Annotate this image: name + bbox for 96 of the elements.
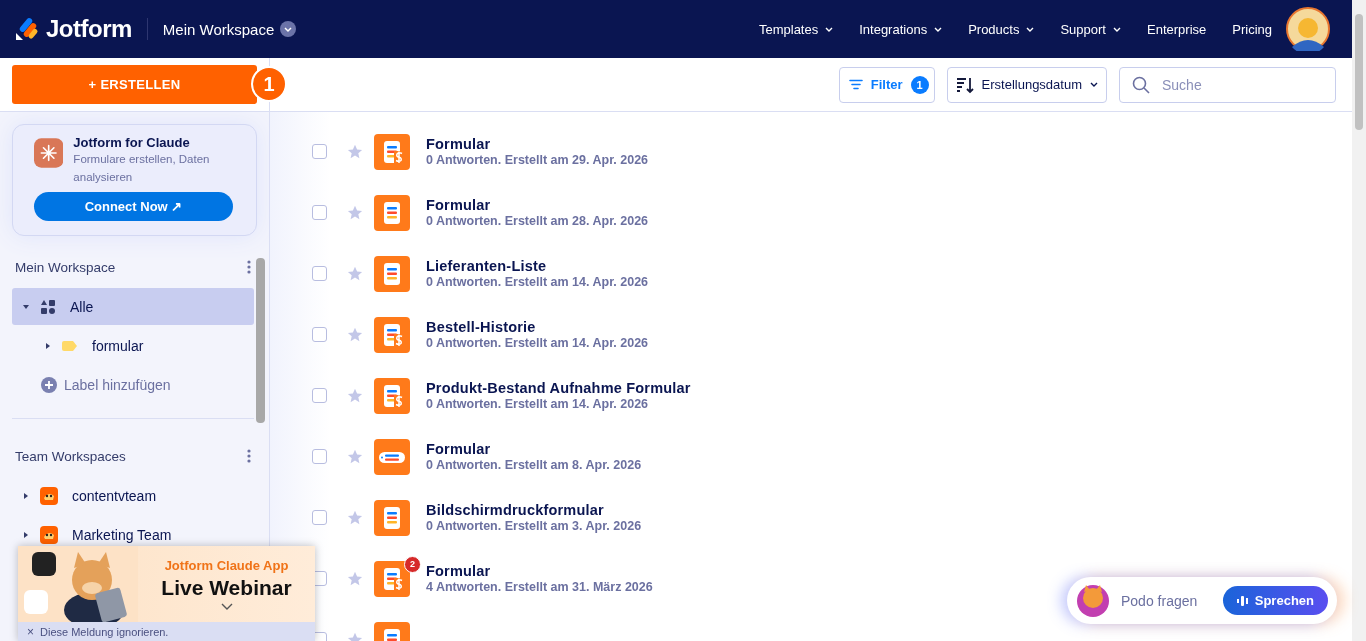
- nav-link[interactable]: Products: [968, 21, 1035, 37]
- sparkle-icon: [34, 135, 64, 171]
- form-icon: [374, 194, 410, 231]
- star-icon[interactable]: [347, 265, 363, 282]
- checkbox[interactable]: [312, 205, 327, 220]
- caret-icon: [22, 530, 30, 539]
- nav-link[interactable]: Pricing: [1232, 21, 1272, 37]
- form-meta: 4 Antworten. Erstellt am 31. März 2026: [426, 580, 653, 594]
- star-icon[interactable]: [347, 509, 363, 526]
- form-icon: [374, 316, 410, 353]
- star-icon[interactable]: [347, 387, 363, 404]
- connect-button[interactable]: Connect Now ↗: [34, 192, 233, 221]
- form-title[interactable]: Formular: [426, 197, 649, 213]
- caret-icon: [22, 302, 30, 311]
- nav-link[interactable]: Integrations: [859, 21, 943, 37]
- filter-button[interactable]: Filter 1: [838, 66, 935, 103]
- form-icon: [374, 499, 410, 536]
- tag-icon: [62, 340, 78, 351]
- search-field[interactable]: Suche: [1119, 66, 1336, 103]
- promo-title: Jotform for Claude: [73, 135, 191, 150]
- plus-icon: [41, 376, 57, 393]
- logo-text[interactable]: Jotform: [46, 15, 132, 43]
- form-meta: 0 Antworten. Erstellt am 8. Apr. 2026: [426, 458, 642, 472]
- form-icon: [374, 438, 410, 475]
- caret-icon: [934, 25, 943, 33]
- form-meta: 0 Antworten. Erstellt am 29. Apr. 2026: [426, 153, 649, 167]
- star-icon[interactable]: [347, 204, 363, 221]
- speak-button[interactable]: Sprechen: [1222, 586, 1328, 615]
- close-icon[interactable]: ×: [27, 624, 34, 639]
- workspace-switcher[interactable]: Mein Workspace: [162, 20, 297, 38]
- form-meta: 0 Antworten. Erstellt am 28. Apr. 2026: [426, 214, 649, 228]
- team-icon: [40, 525, 58, 544]
- star-icon[interactable]: [347, 570, 363, 587]
- caret-icon: [1090, 81, 1098, 88]
- form-meta: 0 Antworten. Erstellt am 3. Apr. 2026: [426, 519, 642, 533]
- filter-icon: [848, 79, 863, 90]
- notification-badge: 2: [404, 555, 421, 573]
- nav-link[interactable]: Support: [1060, 21, 1121, 37]
- star-icon[interactable]: [347, 448, 363, 465]
- add-label-button[interactable]: Label hinzufügen: [12, 366, 254, 403]
- form-icon: [374, 255, 410, 292]
- more-icon: [247, 260, 251, 274]
- form-icon: [374, 377, 410, 414]
- team-icon: [40, 486, 58, 505]
- star-icon[interactable]: [347, 326, 363, 343]
- form-meta: 0 Antworten. Erstellt am 14. Apr. 2026: [426, 275, 649, 289]
- sidebar-item[interactable]: contentvteam: [12, 477, 254, 514]
- assistant-bar[interactable]: Podo fragen Sprechen: [1067, 577, 1337, 624]
- nav-link[interactable]: Enterprise: [1147, 21, 1207, 37]
- checkbox[interactable]: [312, 449, 327, 464]
- sidebar-item[interactable]: Alle: [12, 288, 254, 325]
- caret-icon: [44, 341, 52, 350]
- checkbox[interactable]: [312, 510, 327, 525]
- more-icon: [247, 449, 251, 463]
- form-title[interactable]: Produkt-Bestand Aufnahme Formular: [426, 380, 691, 396]
- sort-dropdown[interactable]: Erstellungsdatum: [946, 66, 1107, 103]
- sidebar-item[interactable]: formular: [12, 327, 254, 364]
- scrollbar[interactable]: [1352, 0, 1366, 641]
- form-title[interactable]: Bestell-Historie: [426, 319, 649, 335]
- form-title[interactable]: Formular: [426, 136, 649, 152]
- avatar: [1286, 7, 1330, 51]
- checkbox[interactable]: [312, 388, 327, 403]
- assistant-placeholder: Podo fragen: [1121, 592, 1199, 609]
- form-title[interactable]: Formular: [426, 563, 653, 579]
- dismiss-link[interactable]: Diese Meldung ignorieren.: [40, 625, 169, 638]
- search-icon: [1132, 75, 1150, 94]
- avatar: [1077, 584, 1109, 617]
- caret-icon: [1026, 25, 1035, 33]
- section-title: Mein Workspace: [15, 259, 116, 275]
- promo-text: Formulare erstellen, Daten analysieren: [73, 152, 211, 185]
- form-meta: 0 Antworten. Erstellt am 14. Apr. 2026: [426, 397, 650, 411]
- checkbox[interactable]: [312, 266, 327, 281]
- chevron-icon: [220, 603, 233, 610]
- caret-icon: [825, 25, 834, 33]
- sort-icon: [955, 75, 974, 94]
- count-badge: 1: [910, 75, 929, 94]
- form-title[interactable]: Bildschirmdruckformular: [426, 502, 642, 518]
- form-title[interactable]: Lieferanten-Liste: [426, 258, 649, 274]
- form-icon: [374, 560, 410, 597]
- caret-icon: [1113, 25, 1121, 33]
- star-icon[interactable]: [347, 143, 363, 160]
- chevron-icon: [280, 21, 297, 37]
- logo-icon: [14, 16, 40, 42]
- grid-icon: [40, 298, 56, 315]
- webinar-title: Live Webinar: [161, 576, 292, 600]
- webinar-subtitle: Jotform Claude App: [164, 558, 289, 573]
- form-icon: [374, 133, 410, 170]
- form-title[interactable]: Formular: [426, 441, 642, 457]
- scrollbar[interactable]: [256, 258, 265, 423]
- form-meta: 0 Antworten. Erstellt am 14. Apr. 2026: [426, 336, 649, 350]
- section-title: Team Workspaces: [15, 448, 126, 464]
- nav-link[interactable]: Templates: [758, 21, 834, 37]
- checkbox[interactable]: [312, 144, 327, 159]
- audio-icon: [1236, 594, 1249, 607]
- checkbox[interactable]: [312, 327, 327, 342]
- caret-icon: [22, 491, 30, 500]
